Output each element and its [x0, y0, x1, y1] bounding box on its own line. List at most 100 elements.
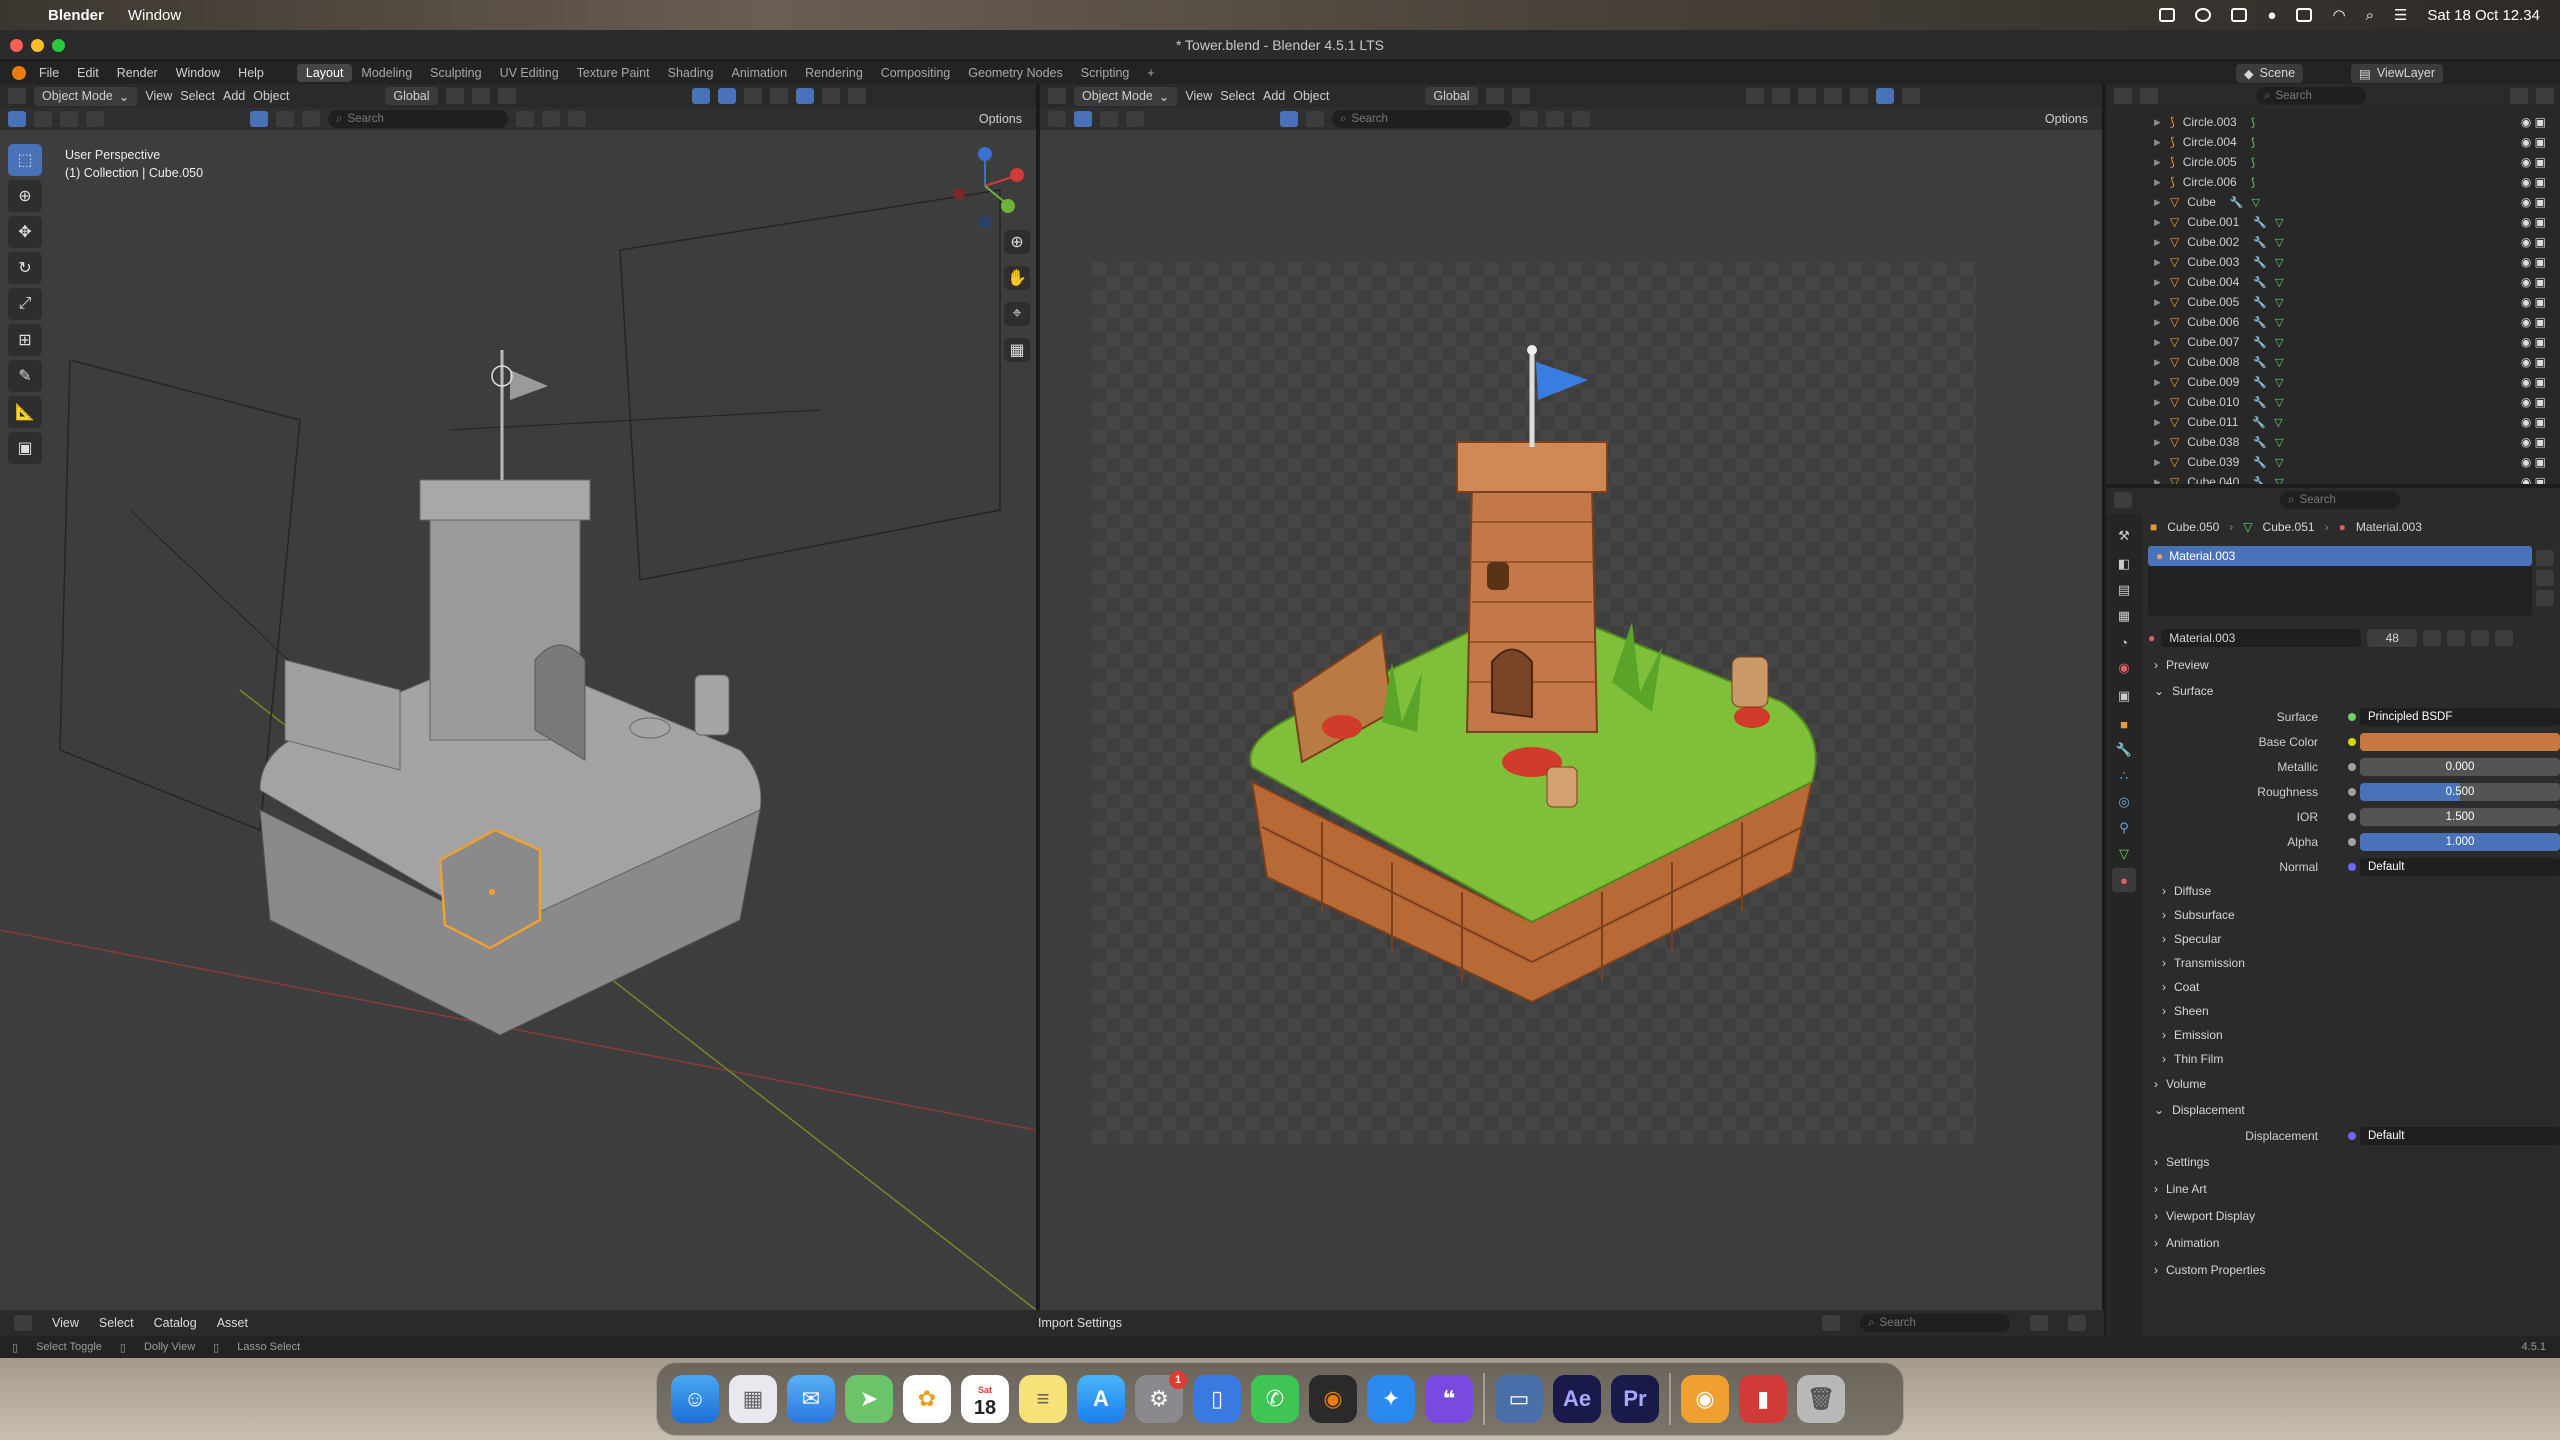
- visibility-eye-icon[interactable]: ◉ ▣: [2521, 275, 2546, 289]
- tool-tab-icon[interactable]: ⚒: [2112, 524, 2136, 548]
- mesh-data-icon[interactable]: ▽: [2275, 236, 2283, 249]
- subsection-emission[interactable]: › Emission: [2142, 1023, 2560, 1047]
- proportional-icon[interactable]: [1511, 88, 1530, 104]
- modifier-icon[interactable]: 🔧: [2253, 476, 2267, 485]
- modifier-icon[interactable]: 🔧: [2253, 316, 2267, 329]
- app-menu-blender[interactable]: Blender: [48, 7, 104, 24]
- outliner-row[interactable]: ▶ ▽ Cube 🔧 ▽ ◉ ▣: [2106, 192, 2560, 212]
- numeric-slider[interactable]: 1.500: [2360, 807, 2560, 826]
- mesh-data-icon[interactable]: ▽: [2275, 356, 2283, 369]
- viewport-solid[interactable]: Object Mode ⌄ View Select Add Object Glob…: [0, 84, 1038, 1310]
- workspace-tab-texture-paint[interactable]: Texture Paint: [568, 64, 659, 82]
- mode-dropdown[interactable]: Object Mode ⌄: [34, 86, 138, 106]
- mesh-data-icon[interactable]: ▽: [2275, 336, 2283, 349]
- shading-wire-icon[interactable]: [1797, 88, 1816, 104]
- modifier-tab-icon[interactable]: 🔧: [2112, 738, 2136, 762]
- expand-chevron-icon[interactable]: ▶: [2154, 197, 2161, 208]
- viewport-rendered[interactable]: Object Mode ⌄ View Select Add Object Glob…: [1040, 84, 2104, 1310]
- scene-selector[interactable]: ◆ Scene: [2236, 63, 2304, 83]
- blender-logo-icon[interactable]: [12, 66, 26, 80]
- visibility-eye-icon[interactable]: ◉ ▣: [2521, 195, 2546, 209]
- outliner-row[interactable]: ▶ ▽ Cube.008 🔧 ▽ ◉ ▣: [2106, 352, 2560, 372]
- blender-dock-icon[interactable]: ◉: [1309, 1375, 1357, 1423]
- status-icon-b[interactable]: [2195, 8, 2212, 22]
- socket-icon[interactable]: [2348, 762, 2356, 771]
- expand-chevron-icon[interactable]: ▶: [2154, 477, 2161, 485]
- shading-wire-icon[interactable]: [769, 88, 788, 104]
- whatsapp-icon[interactable]: ✆: [1251, 1375, 1299, 1423]
- base-color-swatch[interactable]: [2360, 732, 2560, 751]
- curve-data-icon[interactable]: ⟆: [2251, 136, 2255, 149]
- workspace-tab-animation[interactable]: Animation: [723, 64, 797, 82]
- socket-icon[interactable]: [2348, 837, 2356, 846]
- outliner-row[interactable]: ▶ ▽ Cube.011 🔧 ▽ ◉ ▣: [2106, 412, 2560, 432]
- render-tab-icon[interactable]: ◧: [2112, 552, 2136, 576]
- fake-user-icon[interactable]: [2423, 630, 2442, 646]
- menu-render[interactable]: Render: [108, 66, 167, 80]
- display-size-icon[interactable]: [1822, 1315, 1841, 1331]
- modifier-icon[interactable]: 🔧: [2253, 336, 2267, 349]
- menu-add[interactable]: Add: [1263, 89, 1285, 103]
- filter-icon-3[interactable]: [302, 111, 320, 127]
- select-extend-icon[interactable]: [1100, 111, 1118, 127]
- scene-tab-icon[interactable]: ◔: [2112, 630, 2136, 654]
- section-animation[interactable]: › Animation: [2142, 1229, 2560, 1256]
- modifier-icon[interactable]: 🔧: [2253, 216, 2267, 229]
- zoom-icon[interactable]: ⊕: [1004, 230, 1030, 254]
- snap-icon[interactable]: [1485, 88, 1504, 104]
- outliner-row[interactable]: ▶ ⟆ Circle.005 ⟆ ◉ ▣: [2106, 152, 2560, 172]
- socket-icon[interactable]: [2348, 787, 2356, 796]
- outliner-row[interactable]: ▶ ▽ Cube.001 🔧 ▽ ◉ ▣: [2106, 212, 2560, 232]
- menu-add[interactable]: Add: [223, 89, 245, 103]
- subsection-sheen[interactable]: › Sheen: [2142, 999, 2560, 1023]
- grid-projection-icon[interactable]: ▦: [1004, 338, 1030, 362]
- shading-solid-icon[interactable]: [795, 88, 814, 104]
- outliner-row[interactable]: ▶ ⟆ Circle.003 ⟆ ◉ ▣: [2106, 112, 2560, 132]
- workspace-tab-rendering[interactable]: Rendering: [796, 64, 872, 82]
- pivot-icon[interactable]: [445, 88, 464, 104]
- menu-window[interactable]: Window: [128, 7, 181, 24]
- outliner-row[interactable]: ▶ ▽ Cube.040 🔧 ▽ ◉ ▣: [2106, 472, 2560, 484]
- wifi-icon[interactable]: ◠: [2332, 6, 2345, 24]
- workspace-tab-layout[interactable]: Layout: [296, 64, 353, 82]
- visibility-eye-icon[interactable]: ◉ ▣: [2521, 475, 2546, 484]
- material-tab-icon[interactable]: ●: [2112, 868, 2136, 892]
- display-mode-icon[interactable]: [2140, 88, 2158, 104]
- section-surface[interactable]: ⌄ Surface: [2142, 678, 2560, 704]
- modifier-icon[interactable]: 🔧: [2230, 196, 2244, 209]
- mesh-data-icon[interactable]: ▽: [2275, 296, 2283, 309]
- workspace-tab-geometry-nodes[interactable]: Geometry Nodes: [959, 64, 1071, 82]
- notes-icon[interactable]: ≡: [1019, 1375, 1067, 1423]
- outliner-row[interactable]: ▶ ⟆ Circle.004 ⟆ ◉ ▣: [2106, 132, 2560, 152]
- displacement-field[interactable]: Default: [2360, 1126, 2560, 1145]
- expand-chevron-icon[interactable]: ▶: [2154, 217, 2161, 228]
- add-slot-button[interactable]: [2536, 550, 2554, 566]
- visibility-eye-icon[interactable]: ◉ ▣: [2521, 355, 2546, 369]
- shading-render-icon[interactable]: [847, 88, 866, 104]
- modifier-icon[interactable]: 🔧: [2253, 296, 2267, 309]
- photos-icon[interactable]: ✿: [903, 1375, 951, 1423]
- modifier-icon[interactable]: 🔧: [2253, 276, 2267, 289]
- expand-chevron-icon[interactable]: ▶: [2154, 137, 2161, 148]
- menu-edit[interactable]: Edit: [68, 66, 108, 80]
- visibility-eye-icon[interactable]: ◉ ▣: [2521, 455, 2546, 469]
- browse-filter-icon[interactable]: [2495, 630, 2514, 646]
- control-center-icon[interactable]: ☰: [2394, 6, 2407, 24]
- shading-render-icon[interactable]: [1875, 88, 1894, 104]
- breadcrumb-material[interactable]: Material.003: [2356, 520, 2422, 534]
- outliner-row[interactable]: ▶ ▽ Cube.007 🔧 ▽ ◉ ▣: [2106, 332, 2560, 352]
- transform-orientation[interactable]: Global: [385, 87, 438, 105]
- expand-chevron-icon[interactable]: ▶: [2154, 277, 2161, 288]
- mesh-data-icon[interactable]: ▽: [2275, 456, 2283, 469]
- expand-chevron-icon[interactable]: ▶: [2154, 417, 2161, 428]
- outliner-row[interactable]: ▶ ▽ Cube.010 🔧 ▽ ◉ ▣: [2106, 392, 2560, 412]
- expand-chevron-icon[interactable]: ▶: [2154, 237, 2161, 248]
- expand-chevron-icon[interactable]: ▶: [2154, 117, 2161, 128]
- visibility-eye-icon[interactable]: ◉ ▣: [2521, 155, 2546, 169]
- gizmo-icon[interactable]: [691, 88, 710, 104]
- breadcrumb-mesh[interactable]: Cube.051: [2263, 520, 2315, 534]
- proportional-icon[interactable]: [497, 88, 516, 104]
- curve-data-icon[interactable]: ⟆: [2251, 156, 2255, 169]
- visibility-eye-icon[interactable]: ◉ ▣: [2521, 395, 2546, 409]
- remove-slot-button[interactable]: [2536, 570, 2554, 586]
